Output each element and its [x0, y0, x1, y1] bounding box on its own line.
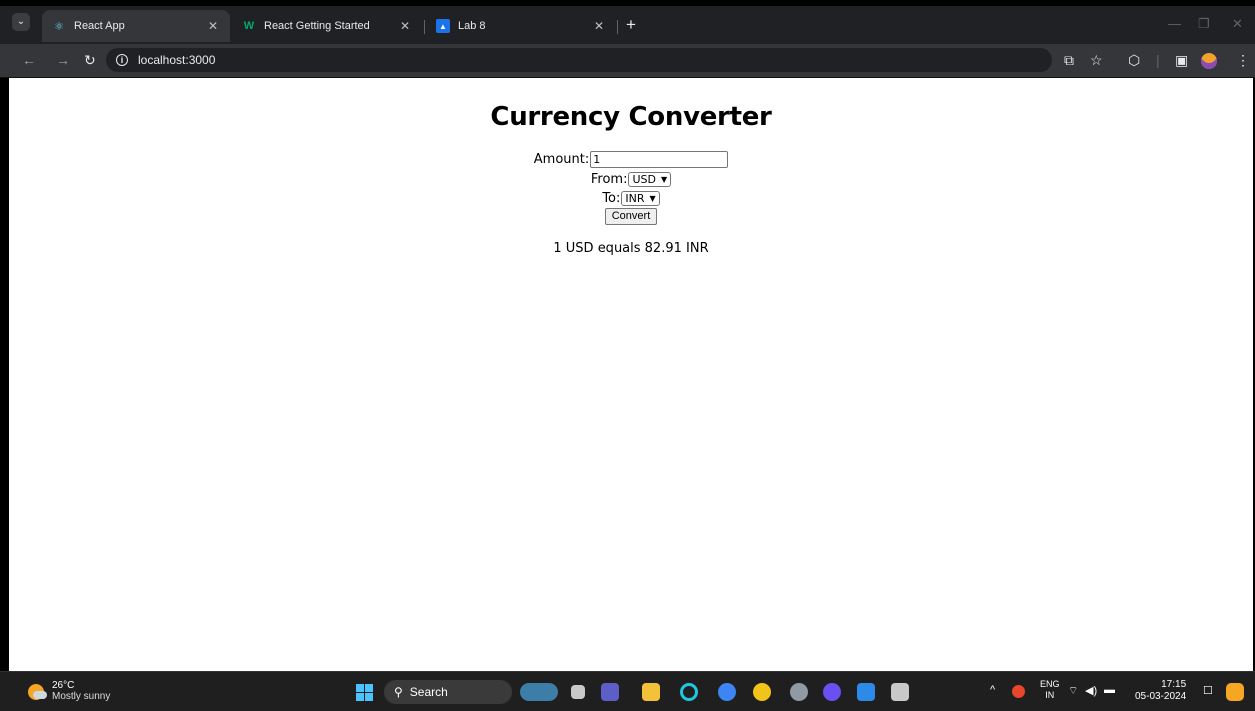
discord-icon[interactable]	[823, 683, 841, 701]
battery-icon[interactable]: ▬	[1104, 684, 1115, 696]
show-hidden-icons-chevron-icon[interactable]: ^	[990, 684, 995, 696]
from-currency-value: USD	[632, 173, 656, 186]
amount-label: Amount:	[533, 152, 590, 167]
maximize-icon[interactable]: ❐	[1198, 16, 1210, 32]
bookmark-star-icon[interactable]: ☆	[1090, 51, 1103, 69]
classroom-icon: ▲	[436, 19, 450, 33]
w3schools-icon: W	[243, 20, 255, 32]
tab-search-dropdown-icon[interactable]: ⌄	[12, 13, 30, 31]
toolbar-divider: |	[1156, 52, 1160, 68]
back-icon[interactable]: ←	[22, 52, 36, 68]
tab-react-getting-started[interactable]: W React Getting Started ✕	[232, 10, 422, 42]
amount-row: Amount:	[9, 151, 1253, 168]
to-label: To:	[602, 191, 621, 206]
tab-title: React Getting Started	[264, 20, 370, 32]
windows-start-icon[interactable]	[356, 684, 373, 701]
tray-app-icon[interactable]	[1012, 685, 1025, 698]
search-icon: ⚲	[394, 685, 403, 699]
snipping-tool-icon[interactable]	[891, 683, 909, 701]
close-tab-icon[interactable]: ✕	[592, 19, 606, 33]
time-text: 17:15	[1161, 679, 1187, 690]
forward-icon[interactable]: →	[56, 52, 70, 68]
weather-sun-cloud-icon[interactable]	[28, 684, 47, 700]
convert-row: Convert	[9, 208, 1253, 225]
tab-react-app[interactable]: ⚛ React App ✕	[42, 10, 230, 42]
page-viewport: Currency Converter Amount: From: USD ▼ To:…	[0, 78, 1255, 671]
install-app-icon[interactable]: ⧉	[1064, 51, 1074, 69]
windows-taskbar: 26°C Mostly sunny ⚲ Search ^ ENG IN ⌔ ◀)…	[0, 671, 1255, 711]
task-view-icon[interactable]	[571, 685, 585, 699]
url-text: localhost:3000	[138, 53, 216, 67]
chevron-down-icon: ▼	[660, 175, 668, 184]
page-title: Currency Converter	[490, 102, 772, 132]
settings-gear-icon[interactable]	[790, 683, 808, 701]
wifi-icon[interactable]: ⌔	[1068, 684, 1078, 698]
new-tab-icon[interactable]: +	[626, 14, 636, 36]
side-panel-icon[interactable]: ▣	[1175, 51, 1188, 69]
browser-toolbar: ← → ↻ i localhost:3000 ⧉ ☆ ⬡ | ▣ ⋮	[0, 44, 1255, 78]
search-highlight-icon[interactable]	[520, 683, 558, 701]
teams-icon[interactable]	[601, 683, 619, 701]
language-code: ENG	[1040, 679, 1060, 689]
conversion-result: 1 USD equals 82.91 INR	[553, 241, 709, 256]
region-code: IN	[1045, 690, 1055, 700]
from-label: From:	[590, 172, 628, 187]
clock[interactable]: 17:15 05-03-2024	[1135, 679, 1186, 703]
to-row: To: INR ▼	[9, 191, 1253, 206]
from-row: From: USD ▼	[9, 172, 1253, 187]
from-currency-select[interactable]: USD ▼	[628, 172, 672, 187]
date-text: 05-03-2024	[1135, 691, 1187, 702]
tab-title: React App	[74, 20, 125, 32]
weather-widget[interactable]: 26°C Mostly sunny	[52, 680, 110, 702]
profile-avatar-icon[interactable]	[1201, 53, 1217, 69]
temperature-text: 26°C	[52, 680, 75, 691]
close-tab-icon[interactable]: ✕	[398, 19, 412, 33]
site-info-icon[interactable]: i	[116, 54, 128, 66]
chrome-canary-icon[interactable]	[718, 683, 736, 701]
close-window-icon[interactable]: ✕	[1232, 16, 1243, 32]
chevron-down-icon: ▼	[649, 194, 656, 203]
minimize-icon[interactable]: —	[1168, 16, 1181, 31]
menu-kebab-icon[interactable]: ⋮	[1236, 51, 1250, 69]
close-tab-icon[interactable]: ✕	[206, 19, 220, 33]
reload-icon[interactable]: ↻	[84, 52, 96, 68]
language-indicator[interactable]: ENG IN	[1040, 679, 1060, 701]
react-icon: ⚛	[54, 20, 64, 33]
search-label: Search	[409, 685, 448, 699]
volume-icon[interactable]: ◀)	[1085, 684, 1097, 697]
amount-input[interactable]	[590, 151, 729, 168]
extensions-icon[interactable]: ⬡	[1128, 51, 1140, 69]
notification-icon[interactable]: ☐	[1203, 684, 1213, 697]
convert-button[interactable]: Convert	[604, 208, 658, 225]
vscode-icon[interactable]	[857, 683, 875, 701]
weather-condition-text: Mostly sunny	[52, 691, 111, 702]
address-bar[interactable]: i localhost:3000	[106, 48, 1052, 72]
file-explorer-icon[interactable]	[642, 683, 660, 701]
tab-divider	[424, 20, 425, 34]
tab-title: Lab 8	[458, 20, 486, 32]
copilot-icon[interactable]	[1226, 683, 1244, 701]
taskbar-search[interactable]: ⚲ Search	[384, 680, 512, 704]
tab-lab-8[interactable]: ▲ Lab 8 ✕	[426, 10, 616, 42]
to-currency-select[interactable]: INR ▼	[621, 191, 660, 206]
tab-divider	[617, 20, 618, 34]
to-currency-value: INR	[625, 192, 645, 205]
browser-tab-strip: ⌄ ⚛ React App ✕ W React Getting Started …	[0, 0, 1255, 44]
cortana-icon[interactable]	[680, 683, 698, 701]
chrome-icon[interactable]	[753, 683, 771, 701]
